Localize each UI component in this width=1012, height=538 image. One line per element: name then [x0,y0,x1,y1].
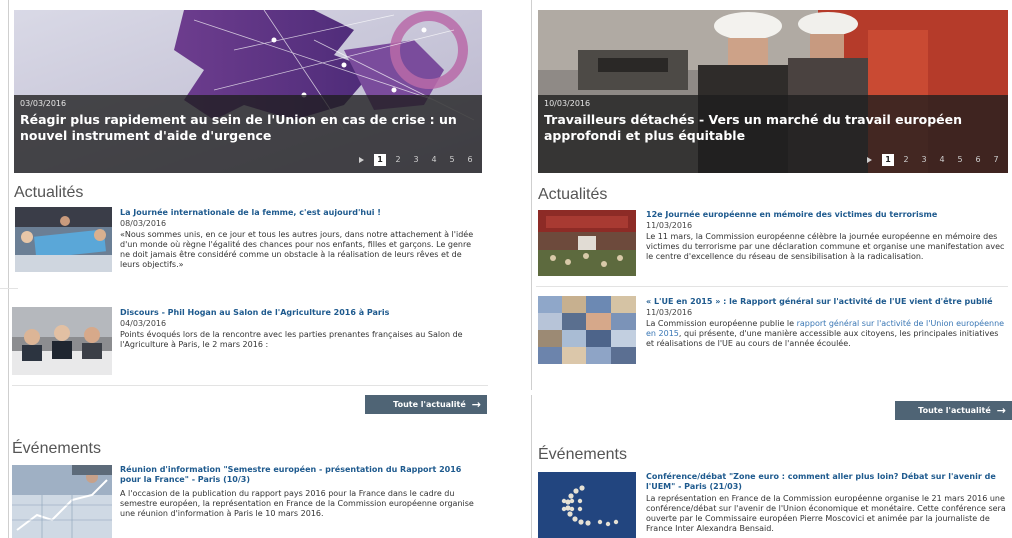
news-heading: Actualités [538,186,608,203]
news-summary-text: La Commission européenne publie le [646,319,797,328]
hero-carousel[interactable]: 10/03/2016 Travailleurs détachés - Vers … [538,10,1008,173]
left-border [8,0,9,538]
hero-pager: 1 2 3 4 5 6 [359,154,476,166]
news-summary-text-end: , qui présente, d'une manière accessible… [646,329,999,348]
pager-page-6[interactable]: 6 [972,154,984,166]
pager-page-2[interactable]: 2 [900,154,912,166]
event-title[interactable]: Réunion d'information "Semestre européen… [120,465,480,485]
news-summary: «Nous sommes unis, en ce jour et tous le… [120,230,474,269]
pager-page-3[interactable]: 3 [410,154,422,166]
event-thumbnail[interactable] [12,465,112,538]
news-thumbnail[interactable] [538,210,636,276]
news-thumbnail[interactable] [12,307,112,375]
news-summary: La Commission européenne publie le rappo… [646,319,1008,349]
news-summary: Points évoqués lors de la rencontre avec… [120,330,463,349]
pager-page-5[interactable]: 5 [954,154,966,166]
news-thumbnail[interactable] [15,207,112,272]
news-title[interactable]: 12e Journée européenne en mémoire des vi… [646,210,1008,220]
all-news-button[interactable]: Toute l'actualité → [895,401,1012,420]
arrow-right-icon: → [471,398,481,411]
pager-page-4[interactable]: 4 [936,154,948,166]
news-thumbnail[interactable] [538,296,636,364]
pager-page-1[interactable]: 1 [882,154,894,166]
news-summary: Le 11 mars, la Commission européenne cél… [646,232,1005,261]
divider [12,385,488,386]
news-title[interactable]: « L'UE en 2015 » : le Rapport général su… [646,297,1008,307]
hero-date: 10/03/2016 [544,99,591,108]
hero-title[interactable]: Réagir plus rapidement au sein de l'Unio… [20,112,476,144]
left-panel: 03/03/2016 Réagir plus rapidement au sei… [0,0,495,538]
right-border [531,0,532,390]
right-border-lower [531,395,532,538]
events-heading: Événements [538,446,627,463]
pager-page-2[interactable]: 2 [392,154,404,166]
news-title[interactable]: Discours - Phil Hogan au Salon de l'Agri… [120,308,485,318]
divider [536,286,1008,287]
pager-page-3[interactable]: 3 [918,154,930,166]
news-date: 04/03/2016 [120,319,167,328]
hero-carousel[interactable]: 03/03/2016 Réagir plus rapidement au sei… [14,10,482,173]
news-title[interactable]: La Journée internationale de la femme, c… [120,208,485,218]
all-news-button[interactable]: Toute l'actualité → [365,395,487,414]
pager-page-7[interactable]: 7 [990,154,1002,166]
event-thumbnail[interactable] [538,472,636,538]
hero-pager: 1 2 3 4 5 6 7 [867,154,1002,166]
event-summary: A l'occasion de la publication du rappor… [120,489,474,518]
hero-date: 03/03/2016 [20,99,67,108]
pager-page-4[interactable]: 4 [428,154,440,166]
event-title[interactable]: Conférence/débat "Zone euro : comment al… [646,472,1008,492]
all-news-label: Toute l'actualité [918,406,991,415]
arrow-right-icon: → [996,404,1006,417]
event-summary: La représentation en France de la Commis… [646,494,1006,533]
hero-title[interactable]: Travailleurs détachés - Vers un marché d… [544,112,1002,144]
events-heading: Événements [12,440,101,457]
pager-page-1[interactable]: 1 [374,154,386,166]
all-news-label: Toute l'actualité [393,400,466,409]
pager-page-5[interactable]: 5 [446,154,458,166]
news-date: 08/03/2016 [120,219,167,228]
play-icon[interactable] [359,157,364,163]
play-icon[interactable] [867,157,872,163]
news-date: 11/03/2016 [646,308,693,317]
divider [0,288,18,289]
news-date: 11/03/2016 [646,221,693,230]
news-heading: Actualités [14,184,84,201]
pager-page-6[interactable]: 6 [464,154,476,166]
right-panel: 10/03/2016 Travailleurs détachés - Vers … [528,0,1012,538]
